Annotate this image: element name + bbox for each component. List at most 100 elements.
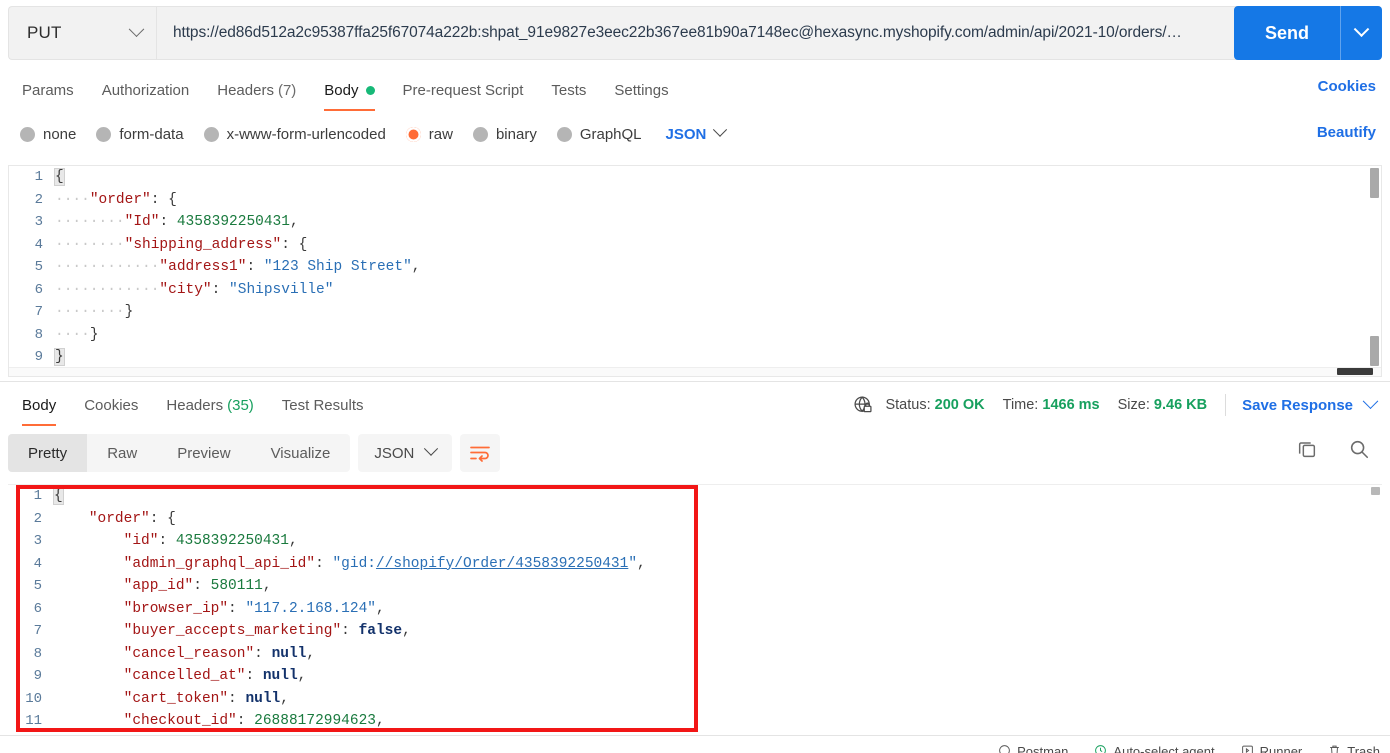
- body-type-binary[interactable]: binary: [472, 125, 537, 143]
- response-tab-cookies[interactable]: Cookies: [70, 387, 152, 423]
- request-tab-authorization[interactable]: Authorization: [88, 72, 204, 108]
- divider: [1225, 394, 1227, 416]
- scrollbar-thumb[interactable]: [1371, 487, 1380, 495]
- chevron-down-icon[interactable]: [1362, 392, 1379, 409]
- status-bar-trash[interactable]: Trash: [1328, 744, 1380, 753]
- line-number: 3: [34, 214, 43, 230]
- indent-whitespace: ········: [55, 214, 125, 230]
- url-input-container[interactable]: https://ed86d512a2c95387ffa25f67074a222b…: [156, 6, 1382, 60]
- save-response-button[interactable]: Save Response: [1242, 397, 1353, 414]
- request-tab-headers[interactable]: Headers (7): [203, 72, 310, 108]
- response-view-modes: Pretty Raw Preview Visualize: [8, 434, 351, 472]
- request-tab-tests[interactable]: Tests: [537, 72, 600, 108]
- code-content: }: [54, 346, 1381, 369]
- body-type-form-data[interactable]: form-data: [96, 126, 184, 143]
- code-token: {: [53, 487, 64, 505]
- code-token: "checkout_id": [123, 713, 237, 729]
- scrollbar-thumb[interactable]: [1370, 168, 1379, 198]
- code-line: 10 "cart_token": null,: [8, 688, 1382, 711]
- status-bar-postman[interactable]: Postman: [998, 744, 1068, 753]
- request-editor-scrollbar[interactable]: [1370, 168, 1379, 374]
- line-number: 1: [33, 488, 42, 504]
- http-method-selector[interactable]: PUT: [8, 6, 156, 60]
- body-type-label: binary: [495, 125, 537, 143]
- code-token: :: [193, 578, 211, 594]
- code-token: "cancelled_at": [123, 668, 246, 684]
- code-token: "Shipsville": [229, 281, 334, 298]
- code-token: "cancel_reason": [123, 645, 255, 662]
- code-content: "app_id": 580111,: [54, 575, 1382, 598]
- code-content: ····"order": {: [55, 189, 1381, 212]
- code-token: "app_id": [123, 578, 194, 594]
- code-token: ,: [289, 214, 299, 230]
- view-mode-pretty[interactable]: Pretty: [8, 434, 88, 472]
- request-tab-settings[interactable]: Settings: [600, 72, 682, 108]
- code-line: 9 "cancelled_at": null,: [8, 665, 1382, 688]
- radio-icon: [203, 126, 219, 142]
- body-type-raw[interactable]: raw: [405, 126, 453, 143]
- url-input[interactable]: https://ed86d512a2c95387ffa25f67074a222b…: [173, 24, 1367, 42]
- code-token[interactable]: //shopify/Order/4358392250431: [376, 556, 628, 572]
- code-line: 7 ········}: [9, 301, 1381, 324]
- raw-format-selector[interactable]: JSON: [666, 122, 728, 143]
- response-editor-scrollbar[interactable]: [1371, 487, 1380, 730]
- response-tab-test-results[interactable]: Test Results: [268, 387, 378, 423]
- beautify-link[interactable]: Beautify: [1317, 124, 1376, 141]
- status-bar-runner[interactable]: Runner: [1241, 744, 1302, 753]
- code-token: :: [228, 600, 246, 617]
- request-body-editor[interactable]: 1{2 ····"order": {3 ········"Id": 43583922…: [8, 165, 1382, 377]
- code-token: ,: [637, 555, 646, 572]
- status-value: 200 OK: [934, 397, 985, 413]
- send-options-button[interactable]: [1340, 6, 1382, 60]
- request-body-code[interactable]: 1{2 ····"order": {3 ········"Id": 43583922…: [9, 166, 1381, 369]
- code-token: null: [245, 690, 281, 707]
- code-token: "123 Ship Street": [263, 259, 412, 275]
- status-bar-label: Trash: [1347, 744, 1380, 753]
- response-meta: Status: 200 OK Time: 1466 ms Size: 9.46 …: [853, 392, 1379, 418]
- code-token: :: [228, 690, 246, 707]
- response-body-editor[interactable]: 1{2 "order": {3 "id": 4358392250431, 4 "a…: [8, 484, 1382, 732]
- body-type-none[interactable]: none: [20, 126, 76, 143]
- response-actions: [1296, 438, 1370, 460]
- code-content: ········"shipping_address": {: [55, 234, 1381, 257]
- copy-icon: [1298, 442, 1316, 458]
- search-button[interactable]: [1348, 438, 1370, 460]
- body-type-x-www-form-urlencoded[interactable]: x-www-form-urlencoded: [203, 126, 386, 143]
- response-format-selector[interactable]: JSON: [358, 434, 453, 472]
- radio-icon: [96, 126, 112, 142]
- send-button[interactable]: Send: [1234, 6, 1340, 60]
- status-bar-auto-select-agent[interactable]: Auto-select agent: [1094, 744, 1215, 753]
- request-editor-hscrollbar[interactable]: [9, 367, 1381, 376]
- code-token: "city": [159, 281, 212, 298]
- scrollbar-thumb[interactable]: [1370, 336, 1379, 366]
- cookies-link[interactable]: Cookies: [1318, 78, 1376, 95]
- view-mode-preview[interactable]: Preview: [157, 434, 250, 472]
- request-tab-pre-request-script[interactable]: Pre-request Script: [389, 72, 538, 108]
- line-number: 5: [34, 259, 43, 275]
- view-mode-raw[interactable]: Raw: [87, 434, 157, 472]
- word-wrap-toggle[interactable]: [460, 434, 501, 472]
- request-tab-body[interactable]: Body: [310, 72, 388, 111]
- copy-button[interactable]: [1296, 438, 1318, 460]
- status-item: Status: 200 OK: [885, 397, 984, 413]
- request-tab-params[interactable]: Params: [8, 72, 88, 108]
- code-token: null: [271, 645, 307, 662]
- size-item: Size: 9.46 KB: [1118, 397, 1207, 413]
- response-body-code[interactable]: 1{2 "order": {3 "id": 4358392250431, 4 "a…: [8, 485, 1382, 732]
- response-tab-headers[interactable]: Headers (35): [152, 387, 267, 423]
- code-line: 7 "buyer_accepts_marketing": false,: [8, 620, 1382, 643]
- code-line: 11 "checkout_id": 26888172994623,: [8, 710, 1382, 732]
- view-mode-visualize[interactable]: Visualize: [251, 434, 351, 472]
- scrollbar-thumb[interactable]: [1337, 368, 1373, 375]
- line-number: 9: [33, 668, 42, 684]
- body-type-graphql[interactable]: GraphQL: [556, 126, 642, 143]
- agent-icon: [1094, 744, 1107, 753]
- response-tab-body[interactable]: Body: [8, 387, 70, 426]
- code-token: ,: [402, 623, 411, 639]
- code-content: "order": {: [54, 508, 1382, 531]
- indent-whitespace: ····: [55, 191, 90, 208]
- code-token: :: [236, 713, 255, 729]
- response-view-toolbar: Pretty Raw Preview Visualize JSON: [8, 434, 501, 472]
